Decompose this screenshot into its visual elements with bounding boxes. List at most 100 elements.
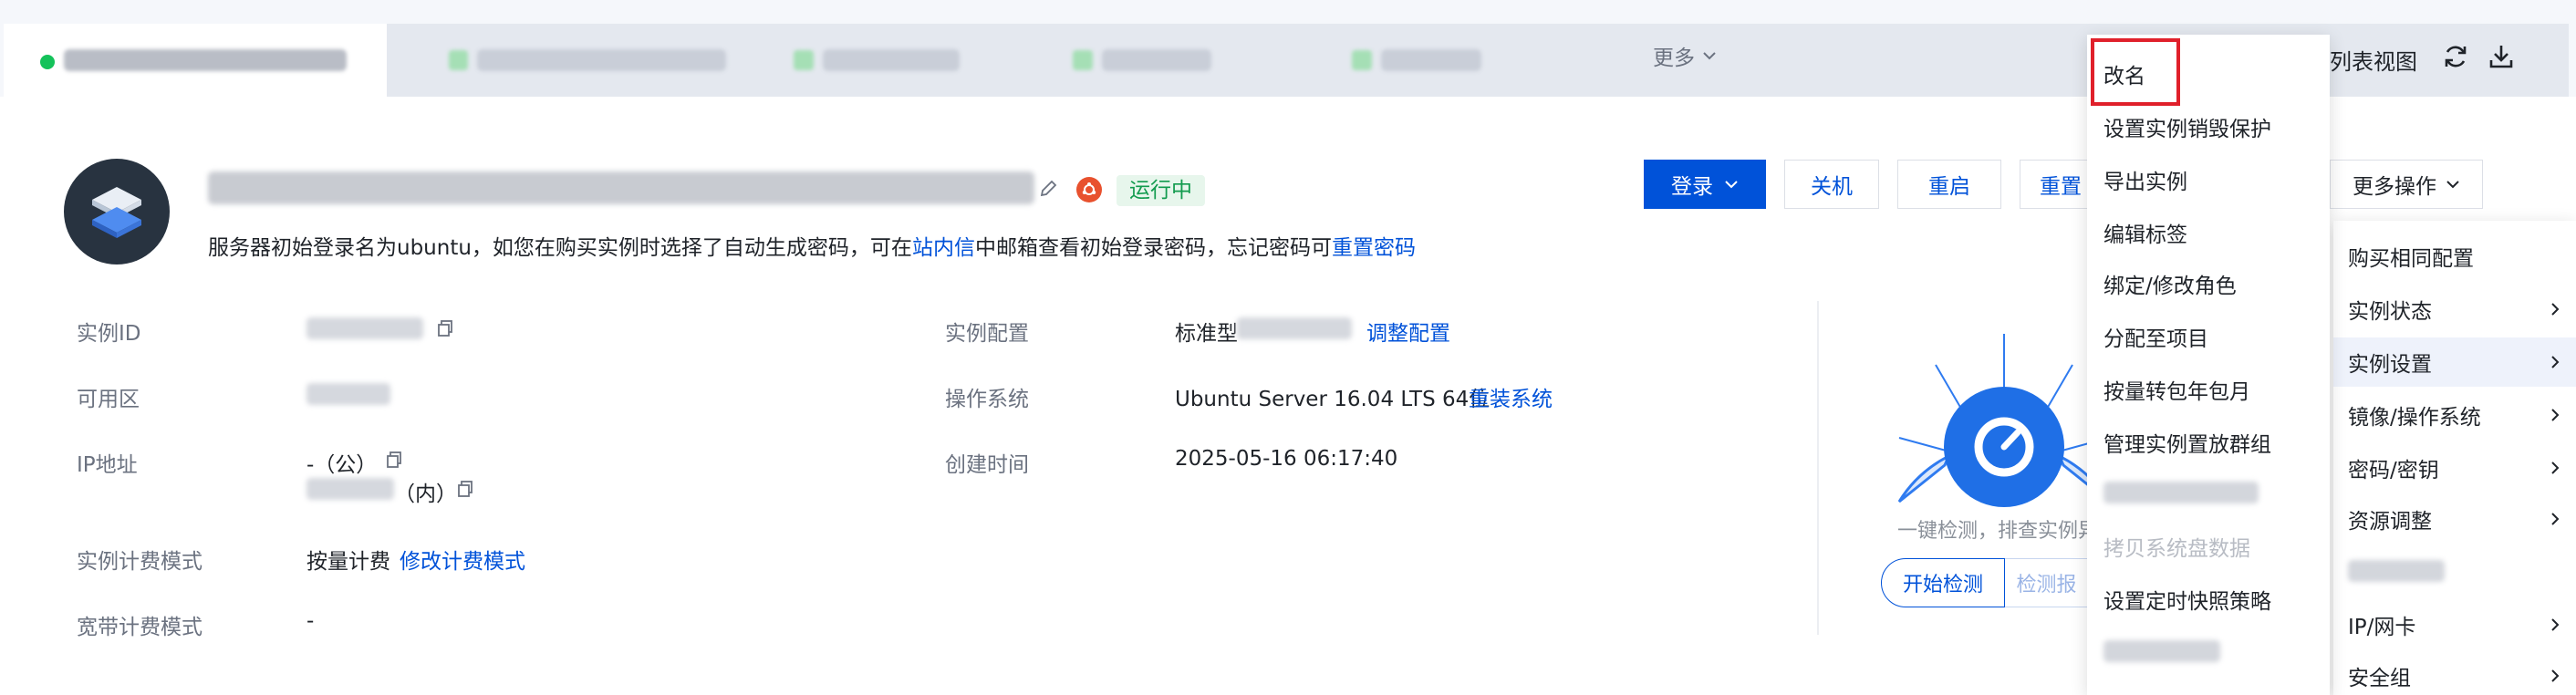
menu-item-placement-group[interactable]: 管理实例置放群组: [2103, 427, 2271, 458]
instance-spec-redacted: [1237, 317, 1352, 339]
chevron-right-icon: [2551, 303, 2560, 316]
notice-text-middle: 中邮箱查看初始登录密码，忘记密码可: [974, 236, 1332, 260]
tab-instance-4[interactable]: [1040, 24, 1259, 97]
submenu-item-security-group[interactable]: 安全组: [2333, 651, 2576, 695]
instance-tab-icon: [1352, 50, 1372, 70]
menu-item-assign-project[interactable]: 分配至项目: [2103, 321, 2208, 352]
menu-item-redacted[interactable]: [2103, 482, 2259, 503]
copy-icon[interactable]: [385, 451, 403, 469]
chevron-right-icon: [2551, 462, 2560, 474]
submenu-item-label: 密码/密钥: [2348, 459, 2439, 482]
tab-instance-name-redacted: [823, 49, 960, 71]
adjust-config-link[interactable]: 调整配置: [1366, 316, 1450, 347]
instance-name-redacted: [208, 171, 1034, 204]
rename-highlight-box: [2091, 38, 2180, 106]
tab-instance-5[interactable]: [1319, 24, 1501, 97]
menu-item-bind-role[interactable]: 绑定/修改角色: [2103, 268, 2237, 299]
start-check-button[interactable]: 开始检测: [1881, 558, 2005, 607]
submenu-item-ip-nic[interactable]: IP/网卡: [2333, 600, 2576, 649]
menu-item-snapshot-policy[interactable]: 设置定时快照策略: [2103, 584, 2271, 615]
bandwidth-billing-label: 宽带计费模式: [77, 616, 203, 639]
menu-item-destroy-protection[interactable]: 设置实例销毁保护: [2103, 111, 2271, 142]
menu-item-convert-billing[interactable]: 按量转包年包月: [2103, 374, 2250, 405]
shutdown-button[interactable]: 关机: [1784, 160, 1879, 209]
submenu-item-redacted[interactable]: [2348, 560, 2445, 582]
billing-mode-value: 按量计费: [306, 550, 390, 574]
bandwidth-billing-value: -: [306, 609, 315, 633]
submenu-item-label: 资源调整: [2348, 510, 2432, 534]
notice-text-prefix: 服务器初始登录名为ubuntu，如您在购买实例时选择了自动生成密码，可在: [208, 236, 912, 260]
submenu-item-label: 安全组: [2348, 667, 2411, 690]
instance-config-label: 实例配置: [945, 322, 1029, 346]
tab-instance-name-redacted: [64, 49, 347, 71]
more-tabs-dropdown[interactable]: 更多: [1653, 40, 1717, 71]
tab-instance-name-redacted: [1381, 49, 1481, 71]
restart-button[interactable]: 重启: [1897, 160, 2001, 209]
more-tabs-label: 更多: [1653, 47, 1695, 70]
instance-settings-menu: 改名 设置实例销毁保护 导出实例 编辑标签 绑定/修改角色 分配至项目 按量转包…: [2087, 35, 2330, 695]
more-operations-button[interactable]: 更多操作: [2330, 160, 2483, 209]
tab-instance-2[interactable]: [416, 24, 726, 97]
list-view-toggle[interactable]: 列表视图: [2330, 44, 2417, 76]
chevron-right-icon: [2551, 618, 2560, 631]
chevron-down-icon: [1725, 181, 1738, 189]
instance-tab-icon: [794, 50, 814, 70]
submenu-item-buy-same-config[interactable]: 购买相同配置: [2333, 232, 2576, 281]
chevron-down-icon: [1703, 52, 1716, 60]
instance-avatar: [64, 159, 170, 265]
zone-value-redacted: [306, 383, 390, 405]
check-report-button[interactable]: 检测报: [2005, 558, 2089, 607]
submenu-item-label: 实例设置: [2348, 353, 2432, 377]
reset-password-link[interactable]: 重置密码: [1332, 236, 1416, 260]
status-badge: 运行中: [1117, 175, 1205, 206]
column-divider: [1817, 301, 1819, 635]
login-button-label: 登录: [1671, 175, 1713, 199]
submenu-item-instance-status[interactable]: 实例状态: [2333, 285, 2576, 334]
login-button[interactable]: 登录: [1644, 160, 1766, 209]
download-icon[interactable]: [2487, 42, 2516, 71]
tab-instance-name-redacted: [1102, 49, 1211, 71]
private-ip-suffix: （内）: [394, 482, 457, 506]
ubuntu-logo-icon: [1082, 182, 1096, 195]
instance-config-value: 标准型: [1175, 322, 1238, 346]
menu-item-copy-system-disk: 拷贝系统盘数据: [2103, 537, 2250, 561]
more-operations-menu: 购买相同配置 实例状态 实例设置 镜像/操作系统 密码/密钥 资源调整 IP/网…: [2333, 221, 2576, 695]
tab-instance-3[interactable]: [761, 24, 998, 97]
os-value: Ubuntu Server 16.04 LTS 64位: [1175, 388, 1491, 411]
running-status-dot: [40, 55, 55, 69]
refresh-icon[interactable]: [2441, 42, 2470, 71]
edit-name-icon[interactable]: [1038, 179, 1058, 199]
server-stack-icon: [92, 187, 141, 238]
chevron-right-icon: [2551, 409, 2560, 421]
instance-id-value-redacted: [306, 317, 423, 339]
menu-item-edit-tags[interactable]: 编辑标签: [2103, 217, 2187, 248]
submenu-item-label: 镜像/操作系统: [2348, 406, 2481, 430]
site-message-link[interactable]: 站内信: [912, 236, 975, 260]
os-label: 操作系统: [945, 388, 1029, 411]
submenu-item-label: 购买相同配置: [2348, 247, 2474, 271]
public-ip-value: -（公）: [306, 453, 378, 477]
ip-address-label: IP地址: [77, 453, 138, 477]
created-time-label: 创建时间: [945, 453, 1029, 477]
private-ip-value-redacted: [306, 478, 394, 500]
copy-icon[interactable]: [456, 480, 474, 498]
instance-id-label: 实例ID: [77, 322, 141, 346]
submenu-item-image-os[interactable]: 镜像/操作系统: [2333, 390, 2576, 440]
instance-tab-icon: [449, 50, 468, 70]
ubuntu-os-icon: [1076, 177, 1102, 202]
reinstall-os-link[interactable]: 重装系统: [1469, 381, 1553, 412]
submenu-item-resource-adjust[interactable]: 资源调整: [2333, 494, 2576, 544]
submenu-item-instance-settings[interactable]: 实例设置: [2333, 337, 2576, 387]
menu-item-export-instance[interactable]: 导出实例: [2103, 164, 2187, 195]
submenu-item-label: 实例状态: [2348, 300, 2432, 324]
submenu-item-label: IP/网卡: [2348, 616, 2416, 639]
tab-current-instance[interactable]: [4, 24, 387, 97]
created-time-value: 2025-05-16 06:17:40: [1175, 447, 1398, 471]
menu-item-redacted[interactable]: [2103, 640, 2220, 662]
submenu-item-password-key[interactable]: 密码/密钥: [2333, 443, 2576, 493]
tab-instance-name-redacted: [476, 49, 726, 71]
change-billing-link[interactable]: 修改计费模式: [400, 544, 525, 575]
billing-mode-label: 实例计费模式: [77, 550, 203, 574]
copy-icon[interactable]: [436, 319, 454, 337]
chevron-down-icon: [2446, 181, 2459, 189]
